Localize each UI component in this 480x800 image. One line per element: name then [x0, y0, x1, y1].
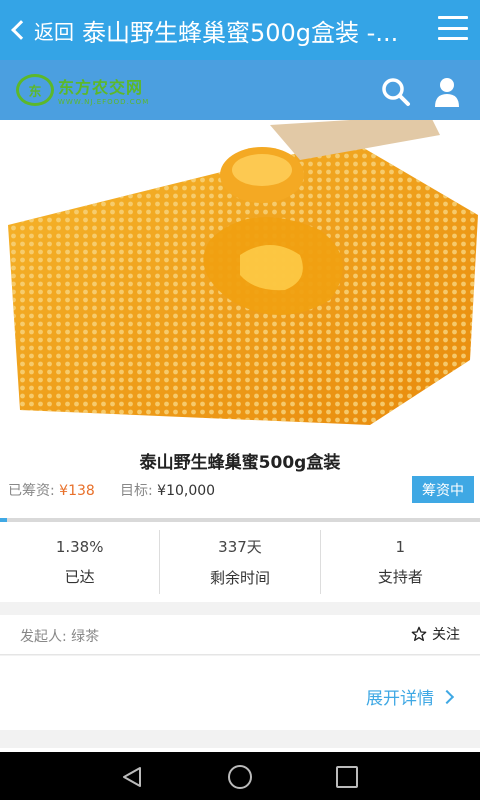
nav-back-icon[interactable] — [120, 766, 144, 788]
raised-amount: 已筹资: ¥138 — [8, 480, 95, 500]
sponsor-row: 发起人: 绿茶 关注 — [0, 615, 480, 655]
back-button[interactable]: 返回 — [0, 0, 74, 60]
stats-row: 1.38% 已达 337天 剩余时间 1 支持者 — [0, 522, 480, 602]
nav-home-icon[interactable] — [227, 764, 253, 790]
stat-supporters: 1 支持者 — [321, 530, 480, 594]
stat-percent: 1.38% 已达 — [0, 530, 161, 594]
star-icon — [411, 626, 427, 641]
chevron-left-icon — [11, 20, 31, 40]
expand-details-link[interactable]: 展开详情 — [366, 684, 455, 709]
search-icon[interactable] — [381, 77, 411, 107]
nav-recent-apps-icon[interactable] — [336, 766, 358, 788]
system-nav-bar — [0, 752, 480, 800]
sponsor-label: 发起人: 绿茶 — [20, 629, 100, 645]
stat-remaining-time: 337天 剩余时间 — [160, 530, 321, 594]
goal-amount: 目标: ¥10,000 — [120, 480, 215, 500]
logo-subtext: WWW.NJ.EFOOD.COM — [58, 98, 150, 106]
stat-label: 剩余时间 — [209, 569, 270, 587]
honeycomb-image — [0, 120, 480, 440]
menu-icon[interactable] — [438, 16, 468, 40]
back-label: 返回 — [34, 19, 74, 44]
stat-label: 已达 — [64, 567, 95, 586]
logo-mark: 东 — [16, 74, 54, 106]
chevron-right-icon — [439, 689, 455, 704]
stat-value: 1.38% — [55, 537, 104, 556]
product-name: 泰山野生蜂巢蜜500g盒装 — [139, 453, 341, 473]
raised-value: ¥138 — [59, 483, 95, 499]
expand-label: 展开详情 — [366, 689, 434, 709]
status-badge: 筹资中 — [412, 476, 474, 503]
stat-value: 337天 — [218, 538, 262, 556]
raised-label: 已筹资: — [8, 483, 60, 499]
page-title: 泰山野生蜂巢蜜500g盒装 -... — [82, 18, 399, 47]
goal-label: 目标: — [120, 483, 158, 499]
details-section: 展开详情 — [0, 656, 480, 730]
stat-value: 1 — [395, 537, 406, 556]
title-bar: 返回 泰山野生蜂巢蜜500g盒装 -... — [0, 0, 480, 60]
follow-label: 关注 — [432, 627, 460, 643]
logo-text: 东方农交网 — [58, 78, 144, 97]
user-icon[interactable] — [430, 76, 464, 108]
goal-value: ¥10,000 — [157, 483, 216, 499]
stat-label: 支持者 — [377, 567, 423, 586]
product-image — [0, 120, 480, 440]
follow-button[interactable]: 关注 — [411, 624, 460, 644]
product-info: 泰山野生蜂巢蜜500g盒装 已筹资: ¥138 目标: ¥10,000 — [0, 440, 480, 518]
site-logo[interactable]: 东 东方农交网 WWW.NJ.EFOOD.COM — [16, 70, 172, 110]
